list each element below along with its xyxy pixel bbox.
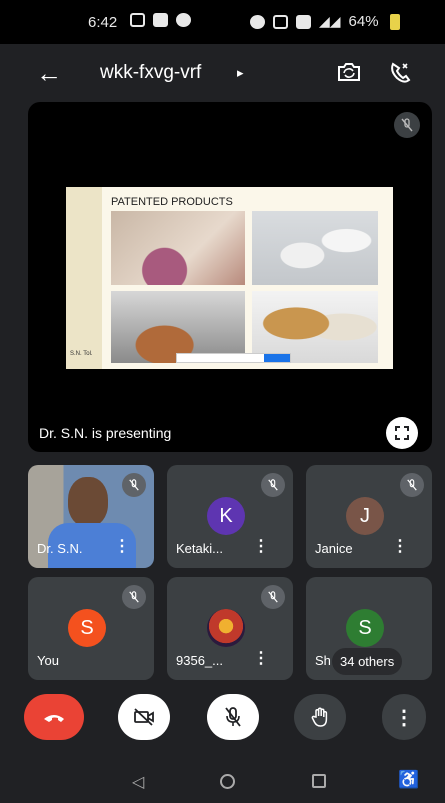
system-nav-bar: ◁ ♿ xyxy=(0,764,445,803)
status-bar: 6:42 ◢◢ 64% xyxy=(0,0,445,44)
nav-home-icon[interactable] xyxy=(220,774,235,789)
back-arrow-icon[interactable]: ← xyxy=(36,58,62,89)
participant-name: Ketaki... xyxy=(176,541,223,556)
mic-toggle-button[interactable] xyxy=(207,694,259,740)
fullscreen-icon[interactable] xyxy=(386,417,418,449)
slide-title: PATENTED PRODUCTS xyxy=(111,196,233,208)
switch-camera-icon[interactable] xyxy=(335,61,363,83)
clock: 6:42 xyxy=(88,14,118,31)
camera-off-icon xyxy=(134,708,154,726)
lint-roller-photo xyxy=(252,211,378,285)
audio-output-icon[interactable] xyxy=(388,61,412,83)
hand-icon xyxy=(311,707,328,727)
presentation-stage[interactable]: PATENTED PRODUCTS S.N. Tol. Dr. S.N. is … xyxy=(28,102,432,452)
more-vert-icon[interactable]: ⋮ xyxy=(253,648,269,668)
avatar: J xyxy=(346,497,384,535)
vibrate-icon xyxy=(296,14,311,29)
mic-off-icon xyxy=(225,707,241,727)
participant-name: 9356_... xyxy=(176,653,223,668)
sim-icon xyxy=(273,14,288,29)
participant-name: Sh xyxy=(315,653,331,668)
raise-hand-button[interactable] xyxy=(294,694,346,740)
participant-tile[interactable]: 9356_... ⋮ xyxy=(167,577,293,680)
cast-icon xyxy=(130,13,145,27)
more-vert-icon: ⋮ xyxy=(394,706,414,729)
nav-recents-icon[interactable] xyxy=(312,774,326,788)
onion-cutting-photo xyxy=(111,211,245,285)
alarm-icon xyxy=(250,14,265,29)
call-controls: ⋮ xyxy=(0,694,445,754)
participant-name: Dr. S.N. xyxy=(37,541,83,556)
signal-icon: ◢◢ xyxy=(319,13,341,29)
more-vert-icon[interactable]: ⋮ xyxy=(114,536,130,556)
nav-back-icon[interactable]: ◁ xyxy=(132,772,144,792)
others-count-badge[interactable]: 34 others xyxy=(332,648,403,675)
participant-tile[interactable]: S You xyxy=(28,577,154,680)
presentation-share-bar xyxy=(176,353,291,363)
participant-tile[interactable]: J Janice ⋮ xyxy=(306,465,432,568)
avatar: S xyxy=(68,609,106,647)
battery-label: 64% xyxy=(348,13,379,30)
participant-name: You xyxy=(37,653,59,668)
muted-mic-icon xyxy=(400,473,424,497)
more-options-button[interactable]: ⋮ xyxy=(382,694,426,740)
muted-mic-icon xyxy=(261,585,285,609)
hang-up-icon xyxy=(44,715,64,722)
shared-slide: PATENTED PRODUCTS S.N. Tol. xyxy=(66,187,393,369)
participant-tile[interactable]: S Sh 34 others xyxy=(306,577,432,680)
participant-tile[interactable]: Dr. S.N. ⋮ xyxy=(28,465,154,568)
camera-toggle-button[interactable] xyxy=(118,694,170,740)
muted-mic-icon xyxy=(122,473,146,497)
participant-tile[interactable]: K Ketaki... ⋮ xyxy=(167,465,293,568)
slide-author: S.N. Tol. xyxy=(70,351,93,357)
battery-icon xyxy=(389,13,400,30)
meet-call-screen: ← wkk-fxvg-vrf ▸ PATENTED PRODUCTS S.N. … xyxy=(0,44,445,803)
top-bar: ← wkk-fxvg-vrf ▸ xyxy=(0,44,445,102)
avatar-image xyxy=(207,609,245,647)
image-icon xyxy=(153,13,168,27)
more-vert-icon[interactable]: ⋮ xyxy=(253,536,269,556)
meeting-code[interactable]: wkk-fxvg-vrf xyxy=(100,62,201,84)
avatar: S xyxy=(346,609,384,647)
presenting-label: Dr. S.N. is presenting xyxy=(39,425,172,441)
muted-mic-icon xyxy=(122,585,146,609)
participant-video xyxy=(68,477,108,527)
more-vert-icon[interactable]: ⋮ xyxy=(392,536,408,556)
avatar: K xyxy=(207,497,245,535)
muted-mic-icon xyxy=(394,112,420,138)
accessibility-icon[interactable]: ♿ xyxy=(398,770,419,790)
participant-name: Janice xyxy=(315,541,353,556)
phone-icon xyxy=(176,13,191,27)
muted-mic-icon xyxy=(261,473,285,497)
meeting-details-caret-icon[interactable]: ▸ xyxy=(237,65,244,81)
end-call-button[interactable] xyxy=(24,694,84,740)
